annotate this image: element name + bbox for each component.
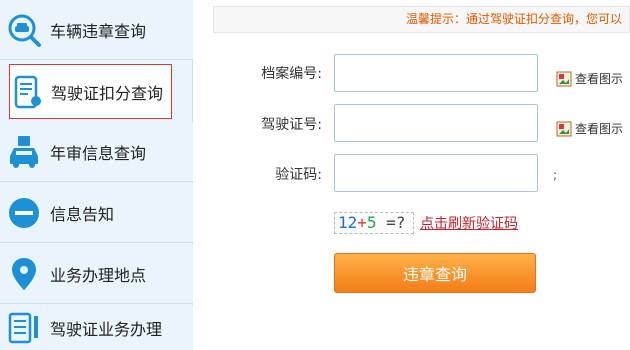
sidebar-item-service-location[interactable]: 业务办理地点 xyxy=(0,244,193,304)
sidebar-item-annual-inspection[interactable]: 年审信息查询 xyxy=(0,122,193,182)
sidebar: 车辆违章查询 驾驶证扣分查询 年审信息查询 信息告知 业务办理地点 驾驶证业务办… xyxy=(0,0,193,350)
sidebar-item-label: 信息告知 xyxy=(50,204,115,224)
view-sample-label: 查看图示 xyxy=(575,122,624,136)
car-search-icon xyxy=(8,14,41,47)
sidebar-item-label: 驾驶证扣分查询 xyxy=(51,83,164,103)
captcha-part: 12 xyxy=(338,213,358,232)
view-sample-link[interactable]: 查看图示 xyxy=(556,70,623,87)
sidebar-item-vehicle-violation[interactable]: 车辆违章查询 xyxy=(0,0,193,60)
sidebar-item-label: 业务办理地点 xyxy=(50,265,147,285)
file-number-input[interactable] xyxy=(334,54,538,92)
captcha-label: 验证码: xyxy=(275,167,322,183)
captcha-image[interactable]: 12+5 =? xyxy=(334,212,414,234)
sidebar-item-label: 年审信息查询 xyxy=(50,143,147,163)
document-list-icon xyxy=(8,312,38,343)
separator-text: ; xyxy=(553,168,558,182)
sidebar-item-license-business[interactable]: 驾驶证业务办理 xyxy=(0,305,193,350)
image-icon xyxy=(556,121,572,136)
phone-id-card-icon xyxy=(14,75,41,108)
location-pin-icon xyxy=(12,257,36,290)
sidebar-item-label: 车辆违章查询 xyxy=(50,21,147,41)
view-sample-label: 查看图示 xyxy=(575,72,624,86)
car-inspection-icon xyxy=(10,135,38,168)
sidebar-item-info-notice[interactable]: 信息告知 xyxy=(0,183,193,243)
captcha-part: + xyxy=(357,213,367,232)
notice-text: 温馨提示：通过驾驶证扣分查询，您可以 xyxy=(406,12,623,26)
captcha-input[interactable] xyxy=(334,154,538,192)
minus-circle-icon xyxy=(9,197,39,228)
violation-query-button[interactable]: 违章查询 xyxy=(334,253,536,293)
license-number-input[interactable] xyxy=(334,104,538,142)
notice-bar: 温馨提示：通过驾驶证扣分查询，您可以 xyxy=(213,6,630,33)
view-sample-link[interactable]: 查看图示 xyxy=(556,120,623,137)
captcha-part: 5 xyxy=(366,213,377,232)
license-number-label: 驾驶证号: xyxy=(261,117,322,133)
sidebar-item-license-points[interactable]: 驾驶证扣分查询 xyxy=(9,64,172,119)
file-number-label: 档案编号: xyxy=(261,66,322,82)
refresh-captcha-link[interactable]: 点击刷新验证码 xyxy=(420,213,518,233)
sidebar-item-label: 驾驶证业务办理 xyxy=(50,319,163,339)
image-icon xyxy=(556,71,572,86)
captcha-part: =? xyxy=(376,213,406,232)
